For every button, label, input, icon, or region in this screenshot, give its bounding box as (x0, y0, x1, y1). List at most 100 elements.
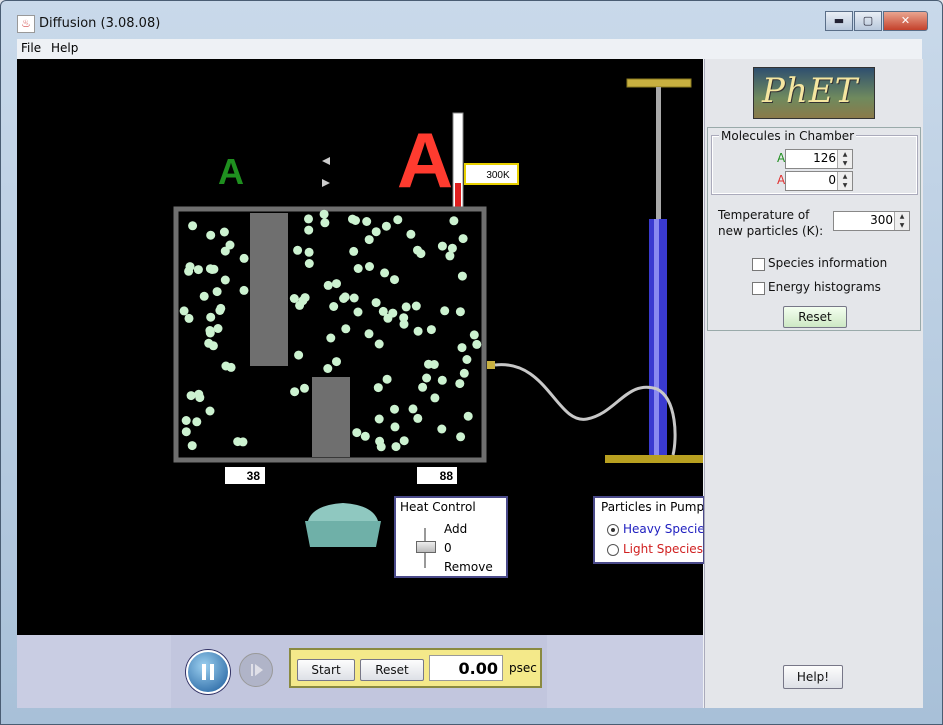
particle (199, 291, 209, 301)
particle (426, 325, 436, 335)
step-icon-arrow (255, 664, 263, 676)
particle (457, 271, 467, 281)
particle (207, 265, 217, 274)
particle (364, 329, 374, 339)
particles-in-pump-title: Particles in Pump (601, 500, 705, 514)
heat-control-panel: Heat Control Add 0 Remove (394, 496, 508, 578)
arrow-left-icon[interactable] (322, 157, 330, 165)
particle (326, 333, 336, 343)
particle (212, 287, 222, 297)
particle (371, 227, 381, 237)
heavy-species-label[interactable]: Heavy Species (623, 522, 703, 536)
molecules-title: Molecules in Chamber (719, 129, 857, 143)
molecule-b-spinner[interactable]: 0 ▲ ▼ (785, 171, 853, 191)
spinner-arrows-icon[interactable]: ▲ ▼ (837, 172, 852, 190)
particle (332, 279, 341, 289)
app-window: ♨ Diffusion (3.08.08) ▬ ▢ ✕ File Help A … (0, 0, 943, 725)
particle (382, 374, 392, 384)
particle (413, 413, 423, 423)
pump-base (605, 455, 703, 463)
particles-in-pump-panel: Particles in Pump Heavy Species Light Sp… (593, 496, 705, 564)
controls-panel: Molecules in Chamber A 126 ▲ ▼ A 0 ▲ ▼ Tem… (707, 127, 921, 331)
title-bar: ♨ Diffusion (3.08.08) ▬ ▢ ✕ (1, 1, 942, 37)
phet-logo-text: PhET (762, 71, 859, 111)
heavy-species-radio[interactable] (607, 524, 619, 536)
close-button[interactable]: ✕ (883, 11, 928, 31)
particle (416, 249, 426, 259)
java-icon: ♨ (17, 15, 35, 33)
particle (351, 216, 360, 225)
pump-rod (656, 87, 661, 221)
particle (458, 234, 468, 244)
phet-logo[interactable]: PhET (753, 67, 875, 119)
particle (352, 428, 362, 438)
clock-time-display: 0.00 (429, 655, 503, 681)
radio-dot-icon (611, 528, 615, 532)
window-title: Diffusion (3.08.08) (39, 16, 161, 31)
particle (184, 313, 194, 323)
divider-upper[interactable] (250, 213, 288, 366)
side-reset-button[interactable]: Reset (783, 306, 847, 328)
arrow-right-icon[interactable] (322, 179, 330, 187)
particle (323, 364, 333, 373)
particle (225, 240, 235, 250)
minimize-button[interactable]: ▬ (825, 11, 853, 31)
species-info-label[interactable]: Species information (768, 256, 887, 270)
pump-handle[interactable] (626, 78, 692, 88)
maximize-button[interactable]: ▢ (854, 11, 882, 31)
divider-lower[interactable] (312, 377, 350, 457)
light-species-radio[interactable] (607, 544, 619, 556)
heat-slider-thumb[interactable] (416, 541, 436, 553)
energy-histograms-checkbox[interactable] (752, 282, 765, 295)
menu-file[interactable]: File (21, 41, 41, 55)
heat-remove-label: Remove (444, 560, 493, 574)
temperature-spinner[interactable]: 300 ▲ ▼ (833, 211, 910, 231)
particle (447, 243, 457, 253)
particle (213, 324, 223, 333)
particle (463, 411, 473, 421)
particle (239, 253, 249, 263)
spinner-arrows-icon[interactable]: ▲ ▼ (894, 212, 909, 230)
particle (185, 262, 195, 272)
clock-reset-button[interactable]: Reset (360, 659, 424, 681)
energy-histograms-label[interactable]: Energy histograms (768, 280, 881, 294)
simulation-canvas: A A 300K 38 88 Heat Control Add 0 Remove… (17, 59, 705, 635)
step-icon-bar (251, 664, 253, 676)
particle (323, 280, 333, 290)
particle (206, 312, 216, 322)
particle (393, 215, 403, 225)
particle (304, 214, 313, 224)
left-count: 38 (247, 469, 261, 483)
species-a-label: A (218, 151, 244, 192)
particle (362, 217, 372, 226)
light-species-label[interactable]: Light Species (623, 542, 703, 556)
particle (219, 227, 229, 237)
particle (205, 326, 215, 335)
species-a-large-label: A (397, 116, 453, 204)
pause-button[interactable] (186, 650, 230, 694)
stove-top (308, 503, 378, 521)
particle (399, 319, 409, 329)
molecule-a-spinner[interactable]: 126 ▲ ▼ (785, 149, 853, 169)
help-button[interactable]: Help! (783, 665, 843, 689)
heat-add-label: Add (444, 522, 468, 536)
particle (469, 330, 479, 340)
particle (179, 306, 189, 316)
particle (186, 391, 196, 401)
particle (413, 326, 423, 336)
particle (193, 265, 203, 275)
particle (430, 393, 440, 403)
heat-control-title: Heat Control (400, 500, 476, 514)
molecule-a-label: A (777, 151, 786, 165)
particle (437, 424, 447, 434)
menu-help[interactable]: Help (51, 41, 78, 55)
thermometer-readout: 300K (486, 170, 510, 181)
particle (449, 216, 459, 226)
spinner-arrows-icon[interactable]: ▲ ▼ (837, 150, 852, 168)
particle (194, 389, 204, 399)
species-info-checkbox[interactable] (752, 258, 765, 271)
particle (340, 292, 350, 302)
temperature-label-line2: new particles (K): (718, 224, 824, 238)
step-button[interactable] (239, 653, 273, 687)
clock-start-button[interactable]: Start (297, 659, 355, 681)
